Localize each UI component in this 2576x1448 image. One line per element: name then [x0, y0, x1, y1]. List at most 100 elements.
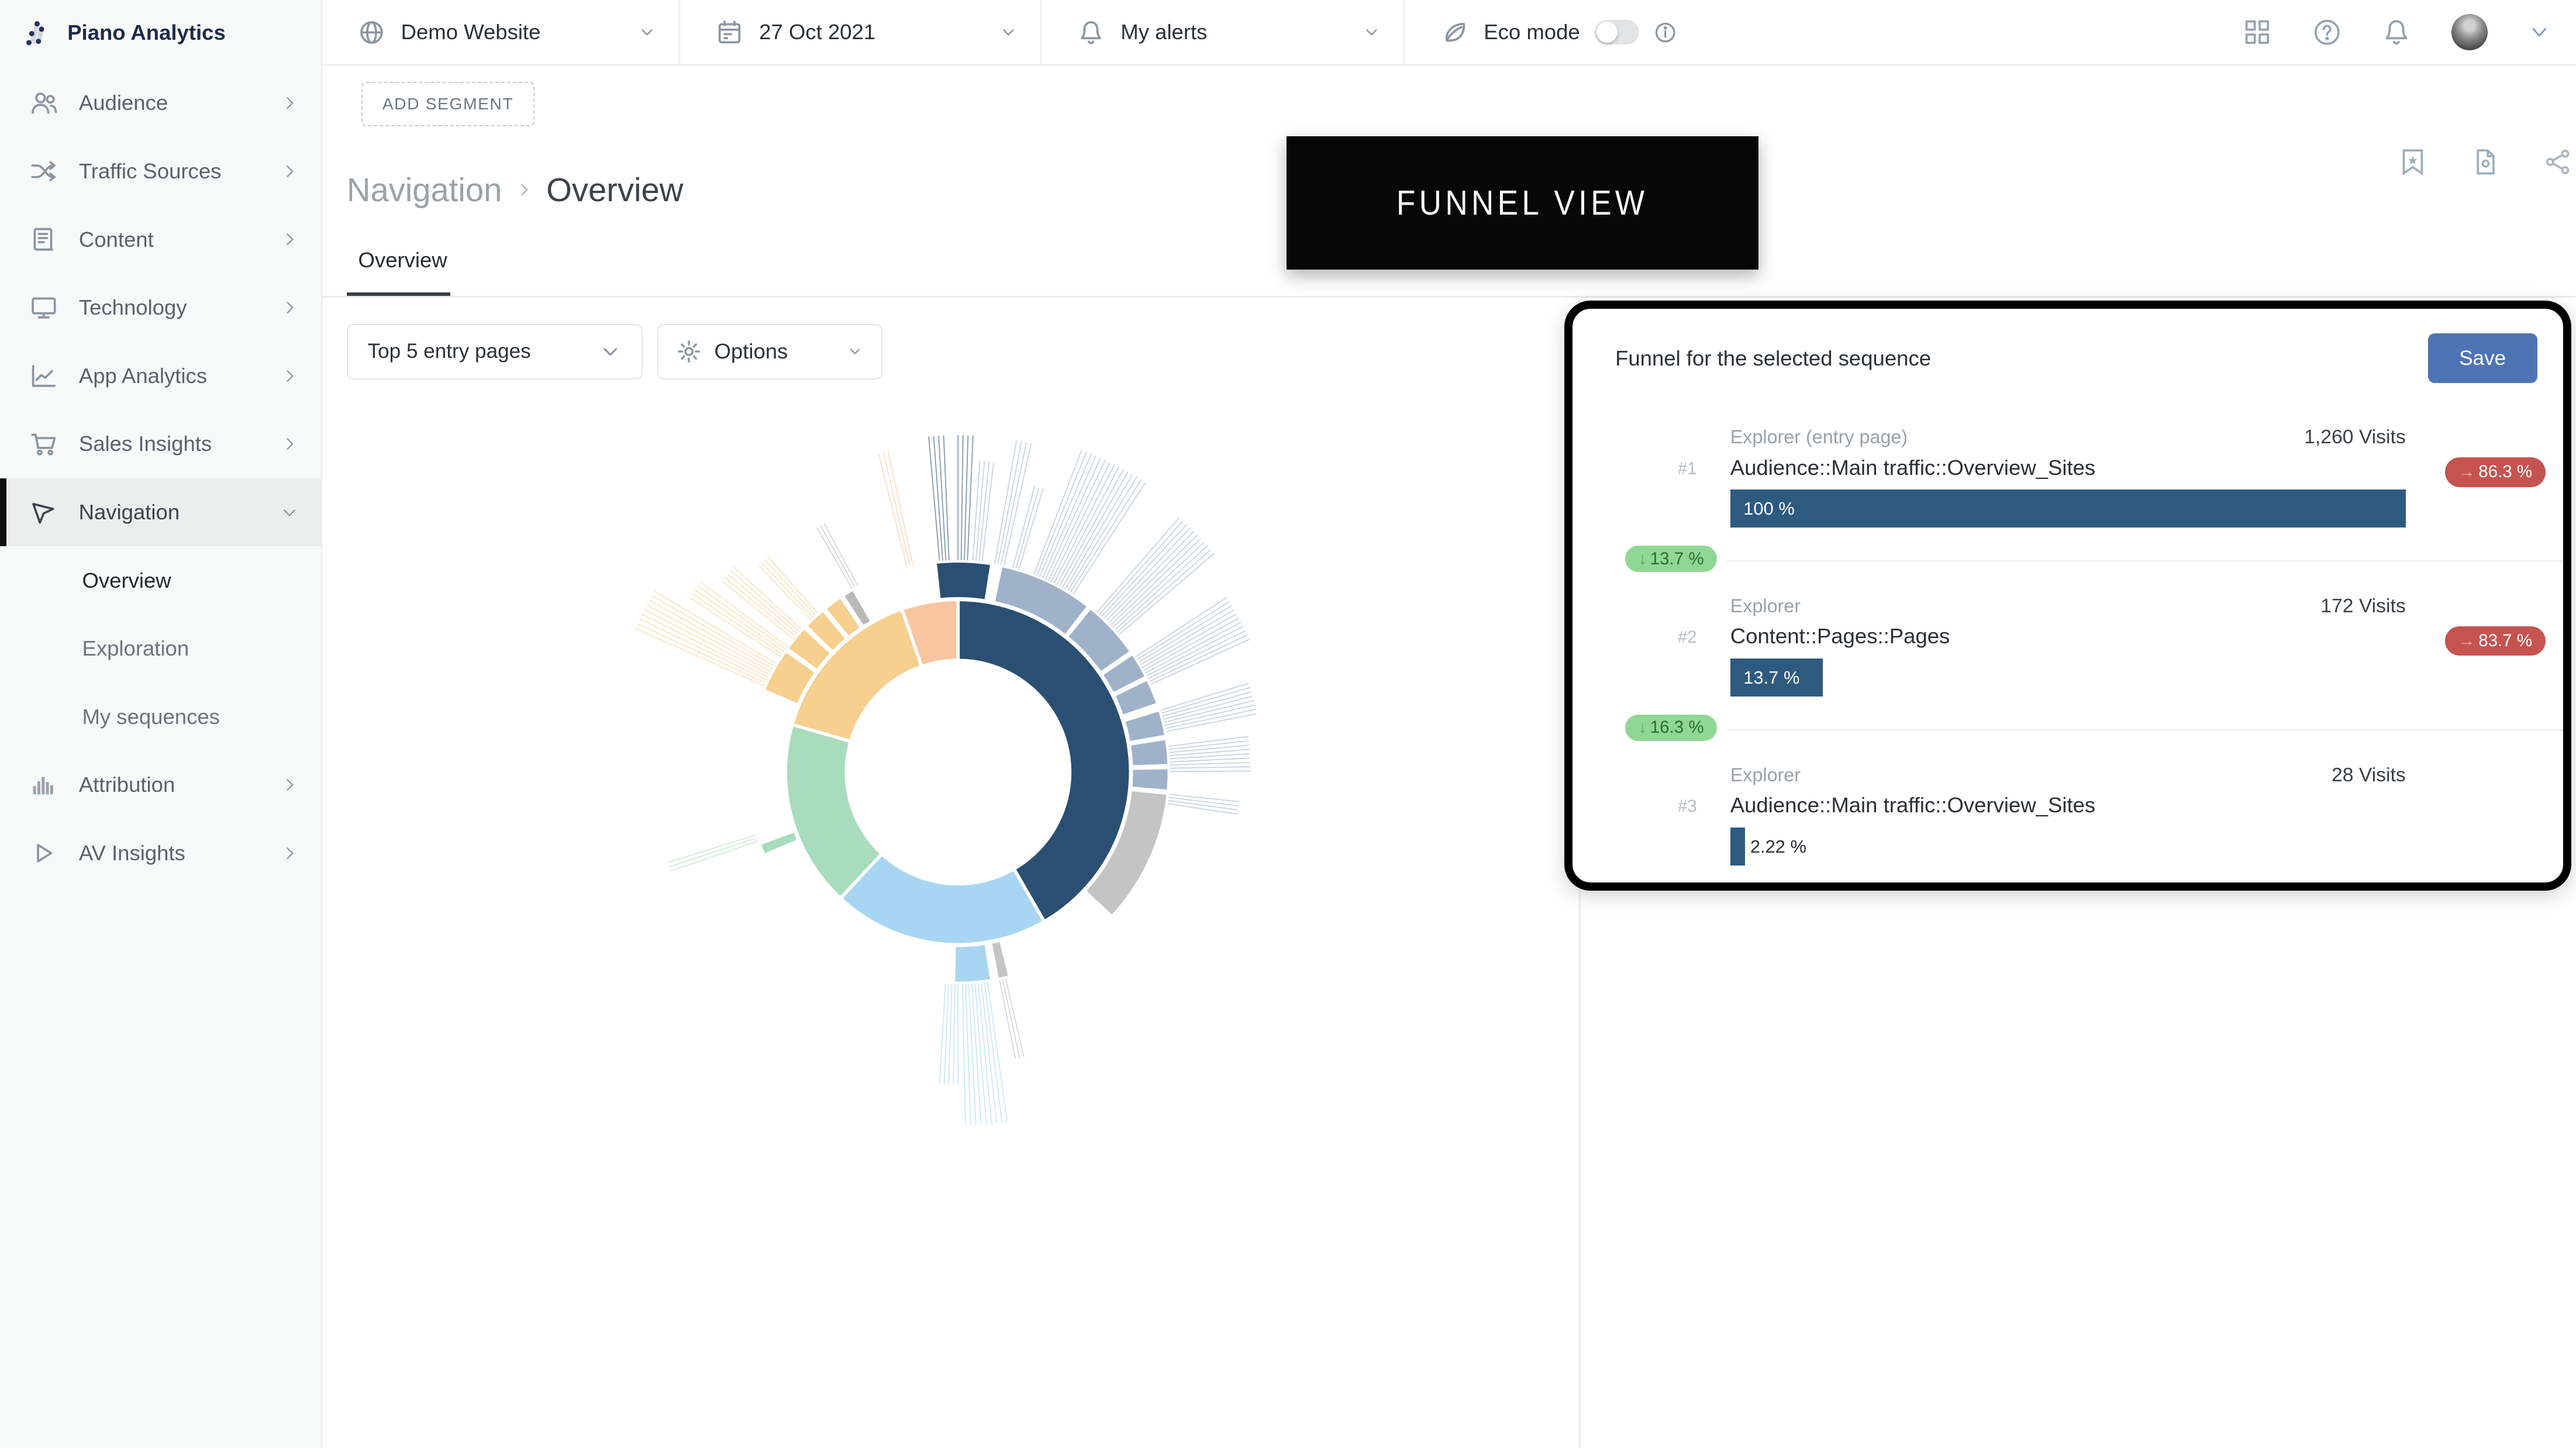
step-title: Audience::Main traffic::Overview_Sites [1730, 793, 2406, 818]
sidebar-subitem-overview[interactable]: Overview [0, 546, 321, 615]
sidebar-item-label: Technology [79, 295, 260, 320]
notifications-bell-icon[interactable] [2382, 18, 2411, 46]
document-icon [30, 226, 58, 254]
step-bar: 2.22 % [1730, 828, 2406, 866]
breadcrumb-current: Overview [546, 171, 683, 209]
shuffle-icon [30, 157, 58, 185]
sidebar-item-label: Sales Insights [79, 432, 260, 456]
main-area: Demo Website 27 Oct 2021 My alerts Eco m… [322, 0, 2576, 1448]
sidebar-item-label: Audience [79, 91, 260, 115]
globe-icon [358, 19, 385, 46]
funnel-view-callout: FUNNEL VIEW [1287, 136, 1758, 270]
chevron-down-icon [638, 23, 656, 42]
funnel-title: Funnel for the selected sequence [1615, 346, 1931, 371]
sidebar-item-technology[interactable]: Technology [0, 274, 321, 342]
step-source: Explorer (entry page) [1730, 426, 1908, 448]
sidebar-item-app-analytics[interactable]: App Analytics [0, 342, 321, 410]
sidebar-subitem-my-sequences[interactable]: My sequences [0, 682, 321, 751]
piano-analytics-logo-icon [20, 16, 53, 49]
tab-overview[interactable]: Overview [358, 248, 447, 273]
bookmark-icon[interactable] [2399, 148, 2427, 176]
arrow-right-icon: → [2458, 631, 2475, 650]
sidebar-item-audience[interactable]: Audience [0, 69, 321, 137]
step-index: #3 [1678, 797, 1697, 816]
retention-value: 83.7 % [2478, 631, 2532, 650]
chevron-down-icon[interactable] [2529, 22, 2550, 43]
play-icon [30, 839, 58, 867]
entry-pages-select-value: Top 5 entry pages [368, 340, 599, 363]
arrow-down-icon: ↓ [1638, 549, 1647, 568]
apps-grid-icon[interactable] [2243, 18, 2271, 46]
topbar: Demo Website 27 Oct 2021 My alerts Eco m… [322, 0, 2576, 65]
drop-value: 16.3 % [1650, 718, 1704, 737]
funnel-bar-fill-1: 100 % [1730, 489, 2406, 528]
sunburst-chart[interactable] [580, 394, 1336, 1150]
bar-label: 13.7 % [1730, 667, 1800, 688]
sidebar-item-navigation[interactable]: Navigation [0, 478, 321, 547]
save-button[interactable]: Save [2428, 333, 2537, 383]
step-visits: 28 Visits [2332, 764, 2406, 787]
step-index: #2 [1678, 628, 1697, 647]
entry-pages-select[interactable]: Top 5 entry pages [347, 324, 643, 380]
breadcrumb: Navigation Overview [347, 171, 684, 209]
chevron-right-icon [281, 845, 298, 861]
topbar-right [2243, 0, 2576, 64]
chevron-right-icon [281, 368, 298, 384]
cart-icon [30, 430, 58, 458]
navigation-cursor-icon [29, 498, 57, 526]
bar-label: 2.22 % [1750, 836, 1806, 857]
date-picker[interactable]: 27 Oct 2021 [680, 0, 1042, 64]
monitor-icon [30, 294, 58, 322]
share-icon[interactable] [2544, 148, 2572, 176]
leaf-icon [1441, 18, 1469, 46]
options-button[interactable]: Options [657, 324, 882, 380]
funnel-bar-fill-3 [1730, 828, 1746, 866]
arrow-right-icon: → [2458, 462, 2475, 481]
info-icon[interactable] [1654, 21, 1677, 44]
add-segment-button[interactable]: ADD SEGMENT [361, 82, 534, 126]
retention-value: 86.3 % [2478, 462, 2532, 481]
sidebar-subitem-exploration[interactable]: Exploration [0, 615, 321, 683]
sidebar-item-label: Content [79, 227, 260, 252]
alerts-selector[interactable]: My alerts [1042, 0, 1405, 64]
step-source: Explorer [1730, 595, 1801, 617]
drop-badge-1: ↓13.7 % [1625, 546, 1717, 572]
sidebar-item-label: Navigation [79, 500, 260, 525]
report-actions [2399, 148, 2571, 176]
sidebar-item-traffic-sources[interactable]: Traffic Sources [0, 137, 321, 206]
date-value: 27 Oct 2021 [759, 20, 875, 44]
step-index: #1 [1678, 459, 1697, 479]
step-bar: 100 % [1730, 489, 2406, 528]
drop-value: 13.7 % [1650, 549, 1704, 568]
sidebar-item-content[interactable]: Content [0, 205, 321, 274]
logo[interactable]: Piano Analytics [0, 0, 321, 65]
funnel-step-2: #2 Explorer 172 Visits Content::Pages::P… [1573, 595, 2563, 697]
site-selector-value: Demo Website [401, 20, 541, 44]
drop-badge-2: ↓16.3 % [1625, 715, 1717, 741]
sidebar-item-av-insights[interactable]: AV Insights [0, 819, 321, 888]
site-selector[interactable]: Demo Website [322, 0, 681, 64]
export-document-icon[interactable] [2471, 148, 2499, 176]
breadcrumb-chevron-icon [515, 181, 533, 199]
chevron-down-icon [599, 340, 622, 363]
breadcrumb-root[interactable]: Navigation [347, 171, 502, 209]
bell-icon [1078, 19, 1104, 46]
avatar[interactable] [2451, 14, 2488, 50]
help-icon[interactable] [2312, 18, 2342, 47]
funnel-header: Funnel for the selected sequence Save [1573, 309, 2563, 383]
sidebar-item-attribution[interactable]: Attribution [0, 751, 321, 819]
gear-icon [677, 339, 701, 364]
retention-badge: →86.3 % [2445, 457, 2546, 487]
chevron-down-icon [281, 504, 298, 520]
chevron-right-icon [281, 231, 298, 247]
piano-analytics-app: Piano Analytics Audience Traffic Sources… [0, 0, 2576, 1448]
eco-mode-toggle[interactable] [1595, 20, 1639, 44]
sidebar-item-sales-insights[interactable]: Sales Insights [0, 410, 321, 478]
step-visits: 172 Visits [2320, 595, 2406, 618]
chevron-down-icon [1363, 23, 1381, 42]
alerts-value: My alerts [1120, 20, 1207, 44]
bar-chart-icon [30, 771, 58, 799]
calendar-icon [716, 19, 743, 46]
step-bar: 13.7 % [1730, 659, 2406, 697]
step-source: Explorer [1730, 764, 1801, 786]
